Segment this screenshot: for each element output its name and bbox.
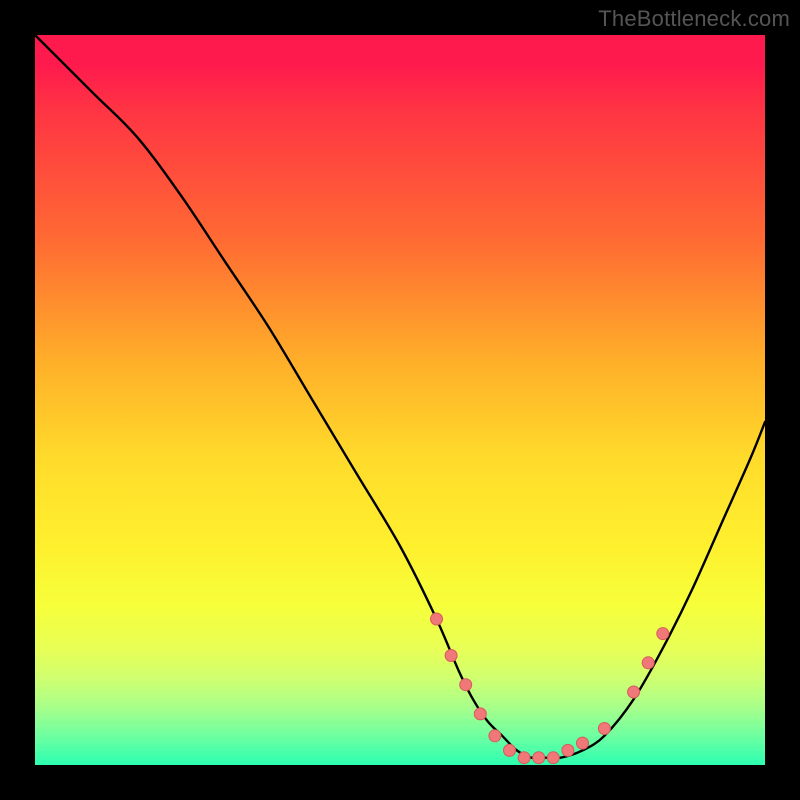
curve-layer: [35, 35, 765, 765]
curve-dot: [445, 650, 457, 662]
curve-dot: [642, 657, 654, 669]
curve-dot: [577, 737, 589, 749]
curve-dots: [431, 613, 669, 764]
plot-area: [35, 35, 765, 765]
curve-dot: [474, 708, 486, 720]
bottleneck-curve: [35, 35, 765, 758]
curve-dot: [460, 679, 472, 691]
curve-dot: [547, 752, 559, 764]
curve-dot: [598, 723, 610, 735]
curve-dot: [504, 744, 516, 756]
curve-dot: [533, 752, 545, 764]
curve-dot: [518, 752, 530, 764]
curve-dot: [562, 744, 574, 756]
curve-dot: [431, 613, 443, 625]
watermark: TheBottleneck.com: [598, 6, 790, 32]
chart-frame: TheBottleneck.com: [0, 0, 800, 800]
curve-dot: [657, 628, 669, 640]
curve-dot: [628, 686, 640, 698]
curve-dot: [489, 730, 501, 742]
